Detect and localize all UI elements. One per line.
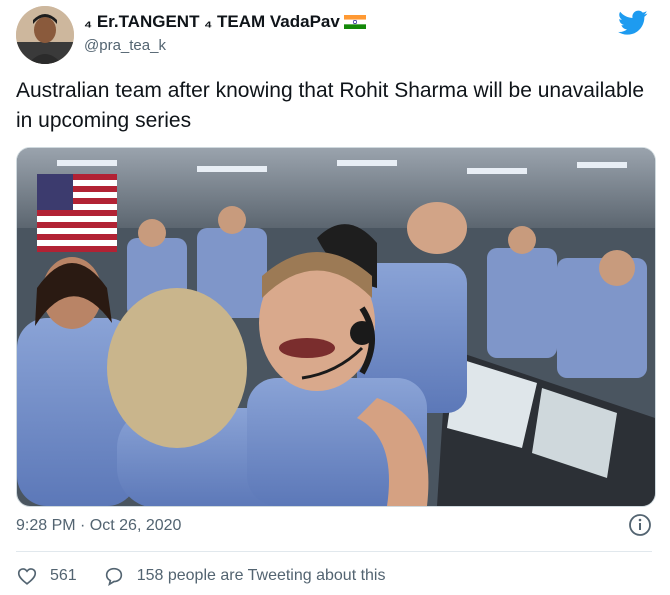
avatar[interactable] bbox=[16, 6, 74, 64]
tweet-actions: 561 158 people are Tweeting about this bbox=[16, 563, 656, 589]
user-handle[interactable]: @pra_tea_k bbox=[84, 37, 166, 54]
heart-icon bbox=[17, 568, 37, 585]
tweeting-count-text: 158 people are Tweeting about this bbox=[136, 567, 386, 584]
tweet-text: Australian team after knowing that Rohit… bbox=[16, 79, 645, 132]
name-row: ₄ Er.TANGENT ₄ TEAM VadaPav bbox=[84, 10, 366, 34]
speech-bubble-icon bbox=[105, 567, 122, 586]
like-count: 561 bbox=[50, 567, 77, 584]
timestamp[interactable]: 9:28 PM · Oct 26, 2020 bbox=[16, 517, 181, 535]
tweet-card: ₄ Er.TANGENT ₄ TEAM VadaPav @pra_tea_k A… bbox=[0, 0, 670, 595]
tweet-meta: 9:28 PM · Oct 26, 2020 bbox=[16, 513, 656, 541]
tweet-photo[interactable] bbox=[16, 147, 656, 507]
display-name[interactable]: ₄ Er.TANGENT ₄ TEAM VadaPav bbox=[84, 12, 340, 32]
tweet-header: ₄ Er.TANGENT ₄ TEAM VadaPav @pra_tea_k bbox=[16, 6, 656, 66]
india-flag-icon bbox=[343, 15, 366, 29]
divider bbox=[16, 551, 652, 552]
like-button[interactable]: 561 bbox=[16, 565, 77, 587]
twitter-bird-icon[interactable] bbox=[618, 10, 648, 36]
conversation-link[interactable]: 158 people are Tweeting about this bbox=[103, 565, 386, 587]
info-icon[interactable] bbox=[628, 513, 652, 537]
